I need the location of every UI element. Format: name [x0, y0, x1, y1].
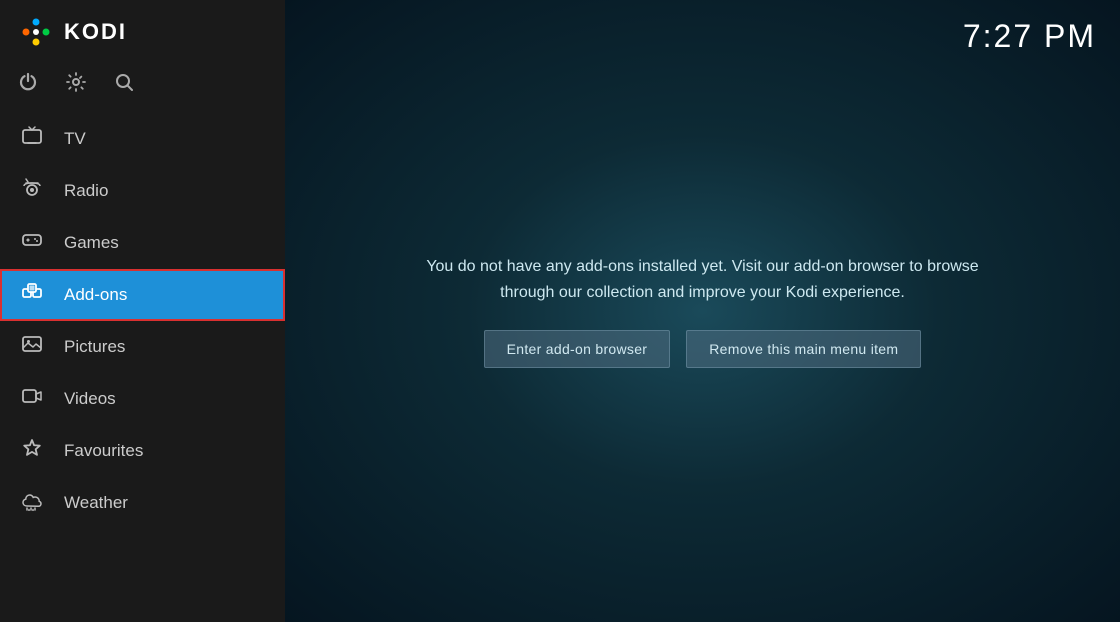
enter-addon-browser-button[interactable]: Enter add-on browser — [484, 330, 671, 368]
addons-icon — [18, 281, 46, 309]
sidebar-controls — [0, 64, 285, 113]
radio-icon — [18, 177, 46, 205]
sidebar-item-games[interactable]: Games — [0, 217, 285, 269]
sidebar-nav: TV Radio — [0, 113, 285, 622]
sidebar-item-videos-label: Videos — [64, 389, 116, 409]
sidebar-item-addons-label: Add-ons — [64, 285, 127, 305]
sidebar-item-favourites[interactable]: Favourites — [0, 425, 285, 477]
favourites-icon — [18, 437, 46, 465]
power-icon[interactable] — [18, 72, 38, 97]
sidebar-item-radio-label: Radio — [64, 181, 108, 201]
kodi-logo-icon — [18, 14, 54, 50]
no-addons-message: You do not have any add-ons installed ye… — [403, 254, 1003, 305]
sidebar-item-tv[interactable]: TV — [0, 113, 285, 165]
sidebar-item-pictures-label: Pictures — [64, 337, 125, 357]
search-icon[interactable] — [114, 72, 134, 97]
app-title: KODI — [64, 19, 127, 45]
sidebar-item-favourites-label: Favourites — [64, 441, 143, 461]
sidebar: KODI — [0, 0, 285, 622]
settings-icon[interactable] — [66, 72, 86, 97]
remove-menu-item-button[interactable]: Remove this main menu item — [686, 330, 921, 368]
sidebar-item-games-label: Games — [64, 233, 119, 253]
sidebar-item-weather[interactable]: Weather — [0, 477, 285, 529]
content-center: You do not have any add-ons installed ye… — [363, 254, 1043, 367]
sidebar-item-tv-label: TV — [64, 129, 86, 149]
content-buttons: Enter add-on browser Remove this main me… — [484, 330, 922, 368]
sidebar-item-radio[interactable]: Radio — [0, 165, 285, 217]
main-content: 7:27 PM You do not have any add-ons inst… — [285, 0, 1120, 622]
pictures-icon — [18, 333, 46, 361]
sidebar-item-videos[interactable]: Videos — [0, 373, 285, 425]
sidebar-item-addons[interactable]: Add-ons — [0, 269, 285, 321]
sidebar-item-pictures[interactable]: Pictures — [0, 321, 285, 373]
videos-icon — [18, 385, 46, 413]
sidebar-header: KODI — [0, 0, 285, 64]
tv-icon — [18, 125, 46, 153]
sidebar-item-weather-label: Weather — [64, 493, 128, 513]
time-display: 7:27 PM — [963, 18, 1096, 55]
weather-icon — [18, 489, 46, 517]
games-icon — [18, 229, 46, 257]
